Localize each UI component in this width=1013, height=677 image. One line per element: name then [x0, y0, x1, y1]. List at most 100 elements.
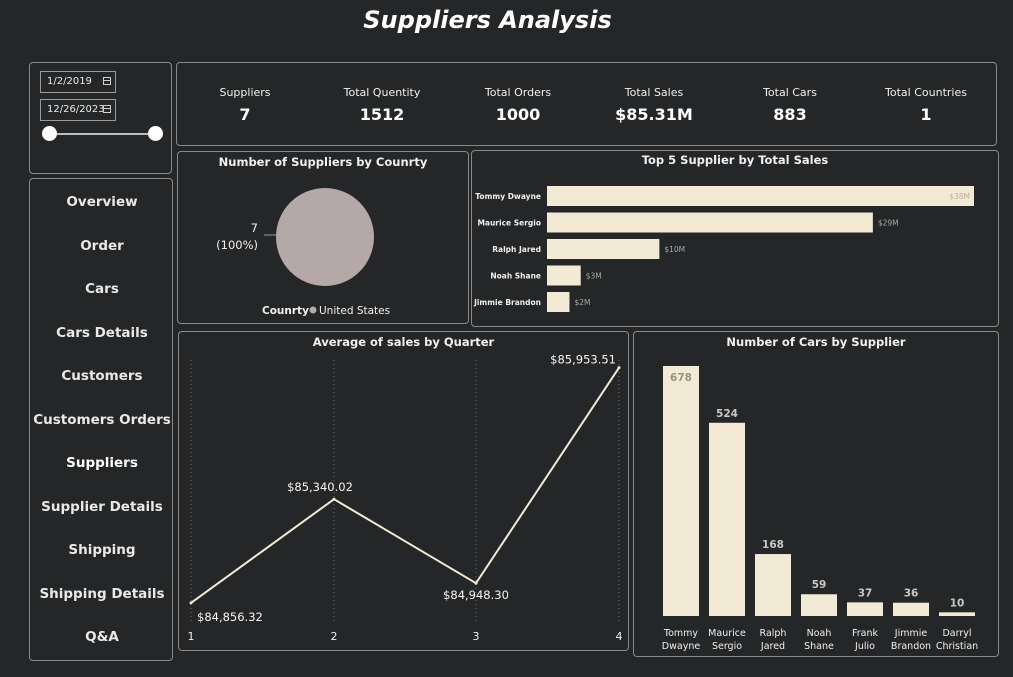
pie-label-value: 7: [251, 221, 258, 235]
cars-category-label: Brandon: [891, 641, 931, 652]
cars-bar-noah-shane[interactable]: [801, 594, 837, 616]
nav-item-cars-details[interactable]: Cars Details: [30, 325, 174, 341]
nav-item-shipping[interactable]: Shipping: [30, 542, 174, 558]
kpi-panel: Suppliers 7 Total Quentity 1512 Total Orders…: [176, 62, 997, 146]
nav-item-overview[interactable]: Overview: [30, 194, 174, 210]
top5-category-label: Noah Shane: [490, 272, 541, 281]
pie-legend-item[interactable]: United States: [319, 305, 390, 317]
cars-category-label: Julio: [854, 641, 875, 652]
line-x-tick-label: 4: [616, 630, 623, 643]
kpi-value: $85.31M: [615, 105, 693, 124]
cars-bar-jimmie-brandon[interactable]: [893, 602, 929, 616]
cars-category-label: Jared: [760, 641, 785, 652]
nav-item-suppliers[interactable]: Suppliers: [30, 455, 174, 471]
sales-by-quarter-panel: Average of sales by Quarter 1 2 3 4 $84,856.…: [178, 331, 629, 651]
cars-data-label: 59: [812, 579, 827, 591]
cars-column-chart: 678 Tommy Dwayne 524 Maurice Sergio 168 Ralph Ja…: [662, 366, 978, 652]
line-point[interactable]: [474, 581, 478, 585]
nav-item-customers-orders[interactable]: Customers Orders: [30, 412, 174, 428]
date-filter-panel: 1/2/2019 12/26/2023: [29, 62, 172, 174]
nav-item-shipping-details[interactable]: Shipping Details: [30, 586, 174, 602]
kpi-label: Total Sales: [624, 86, 684, 99]
pie-legend-title: Counrty: [262, 305, 309, 317]
cars-category-label: Tommy: [663, 628, 699, 639]
kpi-value: 1512: [359, 105, 405, 124]
top5-data-label: $38M: [949, 192, 970, 201]
line-point[interactable]: [189, 601, 193, 605]
cars-category-label: Christian: [936, 641, 978, 652]
cars-data-label: 36: [904, 588, 919, 600]
cars-data-label: 524: [716, 408, 738, 420]
kpi-label: Total Countries: [885, 86, 967, 99]
kpi-label: Suppliers: [219, 86, 271, 99]
page-title: Suppliers Analysis: [363, 6, 612, 34]
top5-suppliers-panel: Top 5 Supplier by Total Sales Tommy Dway…: [471, 150, 999, 327]
line-data-label: $85,340.02: [287, 480, 353, 494]
nav-item-supplier-details[interactable]: Supplier Details: [30, 499, 174, 515]
top5-category-label: Tommy Dwayne: [475, 192, 541, 201]
date-range-slider-track[interactable]: [50, 133, 156, 135]
cars-category-label: Noah: [807, 628, 832, 639]
kpi-label: Total Quentity: [343, 86, 421, 99]
suppliers-by-country-panel: Number of Suppliers by Counrty 7 (100%) …: [177, 151, 469, 324]
line-data-label: $85,953.51: [550, 353, 616, 367]
nav-item-cars[interactable]: Cars: [30, 281, 174, 297]
cars-bar-maurice-sergio[interactable]: [709, 422, 745, 616]
cars-category-label: Frank: [852, 628, 879, 639]
cars-category-label: Jimmie: [894, 628, 928, 639]
cars-category-label: Darryl: [942, 628, 971, 639]
date-range-start-handle[interactable]: [42, 126, 57, 141]
line-point[interactable]: [332, 497, 336, 501]
line-data-label: $84,948.30: [443, 588, 509, 602]
kpi-value: 883: [773, 105, 807, 124]
kpi-value: 1: [920, 105, 932, 124]
calendar-icon[interactable]: [103, 105, 111, 113]
top5-data-label: $29M: [878, 219, 899, 228]
top5-bar-maurice-sergio[interactable]: [547, 212, 873, 233]
cars-bar-tommy-dwayne[interactable]: [663, 366, 699, 616]
top5-data-label: $3M: [586, 272, 602, 281]
top5-category-label: Jimmie Brandon: [473, 298, 541, 307]
top5-data-label: $10M: [664, 245, 685, 254]
line-data-label: $84,856.32: [197, 610, 263, 624]
line-x-tick-label: 3: [473, 630, 480, 643]
pie-slice-united-states[interactable]: [276, 188, 374, 286]
top5-bar-ralph-jared[interactable]: [547, 239, 660, 259]
top5-category-label: Maurice Sergio: [477, 219, 541, 228]
top5-bar-noah-shane[interactable]: [547, 265, 581, 286]
cars-category-label: Maurice: [708, 628, 746, 639]
cars-bar-darryl-christian[interactable]: [939, 612, 975, 616]
cars-bar-frank-julio[interactable]: [847, 602, 883, 616]
line-x-tick-label: 1: [188, 630, 195, 643]
top5-bar-tommy-dwayne[interactable]: [547, 186, 974, 206]
kpi-label: Total Orders: [484, 86, 552, 99]
cars-data-label: 10: [950, 597, 965, 609]
nav-item-q-a[interactable]: Q&A: [30, 629, 174, 645]
cars-data-label: 678: [670, 372, 692, 384]
cars-category-label: Dwayne: [662, 641, 701, 652]
top5-bar-jimmie-brandon[interactable]: [547, 292, 570, 312]
pie-chart: 7 (100%) Counrty United States: [216, 188, 390, 317]
line-x-tick-label: 2: [331, 630, 338, 643]
pie-label-percent: (100%): [216, 238, 258, 252]
kpi-value: 7: [239, 105, 251, 124]
date-range-end-handle[interactable]: [148, 126, 163, 141]
pie-legend-marker: [309, 306, 317, 314]
nav-item-order[interactable]: Order: [30, 238, 174, 254]
nav-item-customers[interactable]: Customers: [30, 368, 174, 384]
kpi-label: Total Cars: [763, 86, 817, 99]
cars-category-label: Sergio: [712, 641, 742, 652]
calendar-icon[interactable]: [103, 77, 111, 85]
cars-category-label: Ralph: [760, 628, 787, 639]
quarter-line-chart: 1 2 3 4 $84,856.32 $85,340.02 $84,948.30 $85,95…: [188, 353, 623, 643]
cars-bar-ralph-jared[interactable]: [755, 554, 791, 616]
end-date-input[interactable]: 12/26/2023: [40, 99, 116, 121]
cars-category-label: Shane: [804, 641, 834, 652]
top5-data-label: $2M: [574, 298, 590, 307]
top5-category-label: Ralph Jared: [492, 245, 541, 254]
line-point[interactable]: [617, 366, 621, 370]
start-date-value: 1/2/2019: [47, 76, 92, 87]
kpi-value: 1000: [495, 105, 541, 124]
start-date-input[interactable]: 1/2/2019: [40, 71, 116, 93]
line-series-average-sales[interactable]: [190, 367, 620, 604]
